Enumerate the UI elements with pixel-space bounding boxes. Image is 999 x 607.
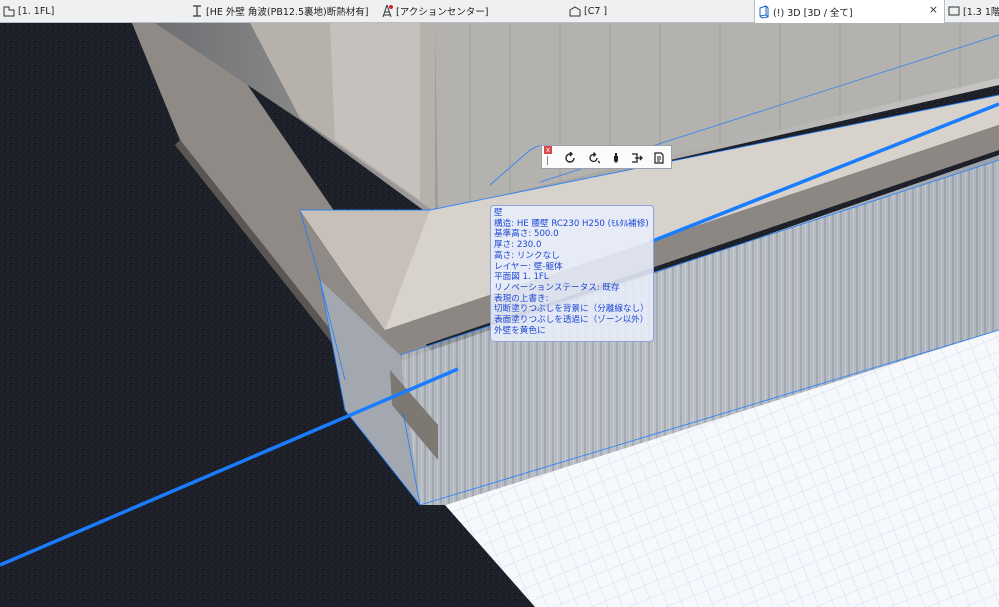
tab-detail[interactable]: [1.3 1階平	[945, 0, 999, 22]
tab-label: [アクションセンター]	[396, 7, 489, 18]
tab-floor-plan[interactable]: [1. 1FL]	[0, 0, 188, 22]
close-tab-button[interactable]: ×	[929, 3, 938, 16]
3d-viewport[interactable]: x 壁 構造: HE 腰壁 RC230 H250 (ﾓﾙﾀﾙ補修) 基準高さ: …	[0, 23, 999, 607]
tab-elevation[interactable]: [C7 ]	[566, 0, 754, 22]
drag-icon[interactable]	[608, 150, 624, 166]
view-tab-bar: [1. 1FL] [HE 外壁 角波(PB12.5裏地)断熱材有] [アクション…	[0, 0, 999, 23]
pet-palette-close-button[interactable]: x	[544, 146, 552, 154]
tab-label: [HE 外壁 角波(PB12.5裏地)断熱材有]	[206, 7, 369, 18]
info-thickness: 厚さ: 230.0	[494, 240, 542, 251]
tab-section[interactable]: [HE 外壁 角波(PB12.5裏地)断熱材有]	[188, 0, 378, 22]
tab-3d[interactable]: (!) 3D [3D / 全て] ×	[754, 0, 945, 23]
detail-icon	[948, 6, 960, 16]
info-renovation-status: リノベーションステータス: 既存	[494, 282, 620, 293]
info-base-height: 基準高さ: 500.0	[494, 229, 559, 240]
section-icon	[193, 5, 201, 17]
tab-label: (!) 3D [3D / 全て]	[773, 7, 853, 19]
document-icon[interactable]	[651, 150, 667, 166]
pet-palette: x	[541, 145, 672, 169]
rotate-icon[interactable]	[562, 150, 578, 166]
rotate-copy-icon[interactable]	[586, 150, 602, 166]
3d-view-icon	[759, 4, 769, 19]
action-center-icon	[382, 4, 393, 18]
info-override-cut-fill: 切断塗りつぶしを背景に（分離線なし）	[494, 304, 649, 315]
info-layer: レイヤー: 壁-躯体	[494, 261, 563, 272]
floor-plan-icon	[3, 6, 15, 17]
pet-palette-grip[interactable]	[547, 156, 548, 165]
info-structure: 構造: HE 腰壁 RC230 H250 (ﾓﾙﾀﾙ補修)	[494, 218, 649, 229]
info-title: 壁	[494, 208, 503, 218]
tab-label: [1.3 1階平	[963, 7, 999, 18]
info-override-wall-color: 外壁を黄色に	[494, 325, 546, 336]
archicad-window: [1. 1FL] [HE 外壁 角波(PB12.5裏地)断熱材有] [アクション…	[0, 0, 999, 607]
element-info-tag: 壁 構造: HE 腰壁 RC230 H250 (ﾓﾙﾀﾙ補修) 基準高さ: 50…	[490, 205, 654, 342]
tab-label: [1. 1FL]	[18, 5, 55, 17]
elevation-icon	[569, 6, 581, 17]
tab-action-center[interactable]: [アクションセンター]	[378, 0, 566, 22]
tab-label: [C7 ]	[584, 5, 608, 17]
info-floor-plan: 平面図 1. 1FL	[494, 272, 549, 283]
offset-icon[interactable]	[629, 150, 645, 166]
info-override-surface-fill: 表面塗りつぶしを透過に（ゾーン以外）	[494, 315, 649, 326]
info-override-header: 表現の上書き:	[494, 293, 549, 304]
info-height: 高さ: リンクなし	[494, 250, 560, 261]
